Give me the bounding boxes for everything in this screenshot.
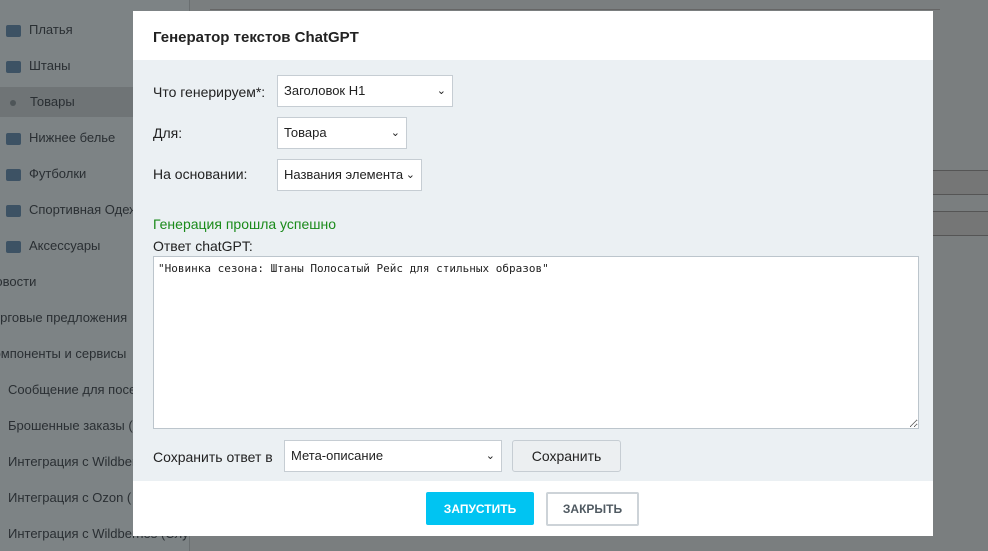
sidebar-item-label: Аксессуары — [29, 238, 101, 253]
run-button[interactable]: ЗАПУСТИТЬ — [426, 492, 534, 525]
background-row — [933, 170, 988, 195]
save-button[interactable]: Сохранить — [512, 440, 621, 472]
sidebar-item-label: Штаны — [29, 58, 71, 73]
folder-icon — [6, 132, 21, 145]
close-button[interactable]: ЗАКРЫТЬ — [546, 492, 639, 526]
sidebar-item-label: Компоненты и сервисы — [0, 346, 127, 361]
status-message: Генерация прошла успешно — [153, 216, 337, 232]
chatgpt-generator-dialog: Генератор текстов ChatGPT Что генерируем… — [133, 11, 933, 536]
dialog-footer: ЗАПУСТИТЬ ЗАКРЫТЬ — [133, 481, 933, 536]
sidebar-item-label: Интеграция с Ozon ( — [8, 490, 132, 505]
chevron-down-icon: ⌄ — [390, 127, 400, 139]
what-select-value: Заголовок H1 — [284, 83, 366, 98]
basis-select[interactable]: Названия элемента ⌄ — [277, 159, 422, 191]
sidebar-item-label: Футболки — [29, 166, 87, 181]
background-row — [933, 211, 988, 236]
folder-icon — [6, 60, 21, 73]
dialog-title: Генератор текстов ChatGPT — [153, 29, 359, 46]
save-to-label: Сохранить ответ в — [153, 449, 273, 465]
what-select[interactable]: Заголовок H1 ⌄ — [277, 75, 453, 107]
dialog-body: Что генерируем*: Заголовок H1 ⌄ Для: Това… — [133, 60, 933, 481]
for-label: Для: — [153, 125, 183, 141]
chevron-down-icon: ⌄ — [436, 85, 446, 97]
for-select[interactable]: Товара ⌄ — [277, 117, 407, 149]
basis-select-value: Названия элемента — [284, 167, 404, 182]
folder-icon — [6, 204, 21, 217]
save-to-select-value: Мета-описание — [291, 448, 384, 463]
folder-icon — [6, 168, 21, 181]
sidebar-item-label: Нижнее белье — [29, 130, 116, 145]
sidebar-item-label: Торговые предложения — [0, 310, 128, 325]
folder-icon — [6, 24, 21, 37]
for-select-value: Товара — [284, 125, 327, 140]
save-to-select[interactable]: Мета-описание ⌄ — [284, 440, 502, 472]
folder-icon — [6, 240, 21, 253]
sidebar-item-label: Брошенные заказы ( — [8, 418, 133, 433]
what-label: Что генерируем*: — [153, 84, 266, 100]
chevron-down-icon: ⌄ — [405, 169, 415, 181]
sidebar-item-label: Платья — [29, 22, 73, 37]
bullet-icon — [10, 99, 16, 106]
chevron-down-icon: ⌄ — [485, 450, 495, 462]
answer-label: Ответ chatGPT: — [153, 238, 253, 254]
sidebar-item-label: Товары — [30, 94, 75, 109]
answer-textarea[interactable] — [153, 256, 919, 429]
sidebar-item-label: Новости — [0, 274, 37, 289]
basis-label: На основании: — [153, 166, 248, 182]
background-tabs — [210, 0, 940, 10]
